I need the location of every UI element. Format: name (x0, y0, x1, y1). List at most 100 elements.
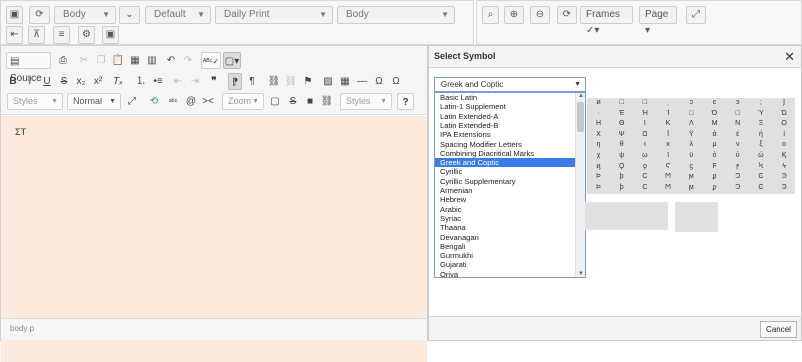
horizontal-line-icon[interactable]: ― (355, 73, 369, 90)
element-path-text[interactable]: body p (10, 324, 34, 333)
special-char-icon[interactable]: Ω (372, 73, 386, 90)
symbol-cell[interactable]: Ό (703, 109, 726, 119)
symbol-cell[interactable]: μ (703, 140, 726, 150)
symbol-cell[interactable]: ϼ (703, 183, 726, 193)
block-list-item[interactable]: Latin-1 Supplement (435, 102, 575, 111)
symbol-cell[interactable]: ϋ (680, 151, 703, 161)
symbol-cell[interactable]: Ϲ (633, 172, 656, 182)
zoom-combo[interactable]: Zoom ▼ (222, 93, 264, 110)
block-list-item[interactable]: Latin Extended-B (435, 121, 575, 130)
symbol-cell[interactable]: ͽ (726, 98, 749, 108)
symbol-cell[interactable]: □ (680, 109, 703, 119)
symbol-cell[interactable]: Ψ (610, 130, 633, 140)
symbol-cell[interactable]: ί (773, 130, 796, 140)
symbol-cell[interactable]: Ͻ (726, 183, 749, 193)
list-scrollbar[interactable]: ▲ ▼ (575, 93, 585, 277)
symbol-cell[interactable]: Ͼ (749, 172, 772, 182)
block-list-item[interactable]: Armenian (435, 186, 575, 195)
template-icon[interactable]: ▢▾ (223, 52, 241, 69)
symbol-cell[interactable]: ͺ (657, 98, 680, 108)
symbol-cell[interactable]: ; (749, 98, 772, 108)
block-list-item[interactable]: Latin Extended-A (435, 112, 575, 121)
symbol-cell[interactable]: ψ (610, 151, 633, 161)
symbol-cell[interactable]: Ϸ (587, 183, 610, 193)
symbol-cell[interactable]: ͷ (587, 98, 610, 108)
symbol-cell[interactable]: Ϙ (610, 162, 633, 172)
block-list-item[interactable]: Cyrillic (435, 167, 575, 176)
paragraph-select[interactable]: Body ▼ (337, 6, 455, 24)
symbol-cell[interactable]: ϙ (633, 162, 656, 172)
symbol-cell[interactable]: ο (773, 140, 796, 150)
settings-icon[interactable]: ⚙ (78, 26, 95, 44)
block-list-item[interactable]: Oriya (435, 270, 575, 277)
font-select[interactable]: Default ▼ (145, 6, 211, 24)
symbol-cell[interactable]: ϻ (680, 183, 703, 193)
maximize-icon[interactable]: ⤢ (125, 93, 139, 110)
symbol-cell[interactable]: ώ (749, 151, 772, 161)
symbol-cell[interactable]: ϟ (773, 162, 796, 172)
save-icon[interactable]: ▣ (6, 6, 23, 24)
symbol-cell[interactable]: Ͼ (749, 183, 772, 193)
scroll-up-icon[interactable]: ▲ (577, 93, 585, 99)
page-button[interactable]: Page ▾ (639, 6, 677, 36)
symbol-cell[interactable]: ό (703, 151, 726, 161)
symbol-cell[interactable]: ύ (726, 151, 749, 161)
symbol-cell[interactable]: Ϛ (657, 162, 680, 172)
symbol-cell[interactable]: Ϋ (680, 130, 703, 140)
symbol-cell[interactable]: Χ (587, 130, 610, 140)
symbol-cell[interactable]: Ϗ (773, 151, 796, 161)
block-list-item[interactable]: Syriac (435, 214, 575, 223)
symbol-cell[interactable]: ϼ (703, 172, 726, 182)
symbol-cell[interactable]: ξ (749, 140, 772, 150)
symbol-cell[interactable]: □ (610, 98, 633, 108)
symbol-cell[interactable]: Ϊ (657, 130, 680, 140)
anchor-flag-icon[interactable]: ⚑ (301, 73, 315, 90)
block-list-item[interactable]: Greek and Coptic (435, 158, 575, 168)
symbol-cell[interactable]: Ν (726, 119, 749, 129)
scroll-down-icon[interactable]: ▼ (577, 271, 585, 277)
block-list-item[interactable]: Combining Diacritical Marks (435, 149, 575, 158)
fullscreen-icon[interactable]: ⤢ (686, 6, 706, 24)
symbol-cell[interactable]: Έ (610, 109, 633, 119)
symbol-cell[interactable]: ϝ (726, 162, 749, 172)
symbol-cell[interactable]: χ (587, 151, 610, 161)
symbol-cell[interactable]: Ϝ (703, 162, 726, 172)
symbol-cell[interactable]: Ϟ (749, 162, 772, 172)
block-list-item[interactable]: IPA Extensions (435, 130, 575, 139)
scrollbar-thumb[interactable] (577, 102, 584, 132)
block-list-item[interactable]: Hebrew (435, 195, 575, 204)
symbol-cell[interactable]: · (587, 109, 610, 119)
chevron-down-button[interactable]: ⌄ (119, 6, 140, 24)
paste-icon[interactable]: 📋 (111, 52, 125, 69)
symbol-cell[interactable]: θ (610, 140, 633, 150)
symbol-cell[interactable]: Ͻ (726, 172, 749, 182)
image-icon[interactable]: ▨ (321, 73, 335, 90)
symbol-cell[interactable]: Ϻ (657, 183, 680, 193)
block-list-item[interactable]: Cyrillic Supplementary (435, 177, 575, 186)
block-list-item[interactable]: Devanagari (435, 233, 575, 242)
symbol-cell[interactable]: ϊ (657, 151, 680, 161)
symbol-cell[interactable]: Κ (657, 119, 680, 129)
at-sign-icon[interactable]: @ (184, 93, 198, 110)
symbol-cell[interactable]: Η (587, 119, 610, 129)
symbol-cell[interactable]: Ϲ (633, 183, 656, 193)
symbol-cell[interactable]: κ (657, 140, 680, 150)
source-button[interactable]: ▤ Source (6, 52, 51, 84)
copy-icon[interactable]: ❐ (94, 52, 108, 69)
block-list-item[interactable]: Basic Latin (435, 93, 575, 102)
symbol-cell[interactable]: Ͽ (773, 172, 796, 182)
symbol-cell[interactable]: ι (633, 140, 656, 150)
block-list-item[interactable]: Bengali (435, 242, 575, 251)
zoom-in-icon[interactable]: ⊕ (504, 6, 524, 24)
symbol-cell[interactable]: ω (633, 151, 656, 161)
rtl-icon[interactable]: ¶ (245, 73, 259, 90)
symbol-cell[interactable]: □ (726, 109, 749, 119)
symbol-cell[interactable]: Ή (633, 109, 656, 119)
refresh-icon[interactable]: ⟳ (557, 6, 577, 24)
undo-icon[interactable]: ↶ (164, 52, 178, 69)
print-icon[interactable]: ⎙ (56, 52, 70, 69)
cut-icon[interactable]: ✂ (77, 52, 91, 69)
symbol-cell[interactable]: Ϳ (773, 98, 796, 108)
symbol-cell[interactable]: Ο (773, 119, 796, 129)
symbol-cell[interactable]: Μ (703, 119, 726, 129)
